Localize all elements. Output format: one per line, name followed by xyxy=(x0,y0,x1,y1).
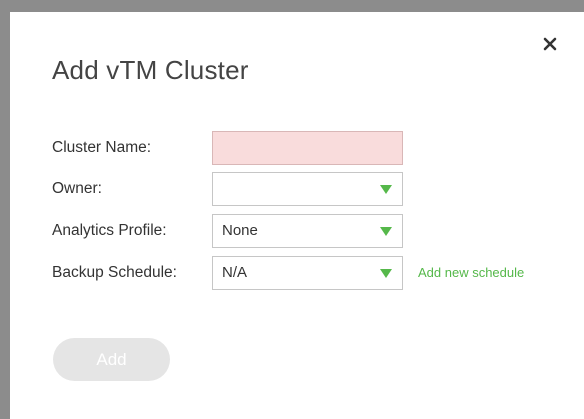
add-button[interactable]: Add xyxy=(53,338,170,381)
analytics-profile-select[interactable]: None xyxy=(212,214,403,248)
chevron-down-icon xyxy=(380,227,392,236)
dialog-title: Add vTM Cluster xyxy=(52,55,249,85)
chevron-down-icon xyxy=(380,185,392,194)
cluster-name-row: Cluster Name: xyxy=(10,131,584,165)
add-vtm-cluster-dialog: Add vTM Cluster Cluster Name: Owner: Ana… xyxy=(10,12,584,419)
owner-select[interactable] xyxy=(212,172,403,206)
cluster-name-input[interactable] xyxy=(212,131,403,165)
analytics-profile-row: Analytics Profile: None xyxy=(10,214,584,248)
add-new-schedule-link[interactable]: Add new schedule xyxy=(418,256,524,290)
analytics-profile-selected-value: None xyxy=(222,222,258,239)
backup-schedule-select[interactable]: N/A xyxy=(212,256,403,290)
owner-label: Owner: xyxy=(52,180,102,197)
backup-schedule-label: Backup Schedule: xyxy=(52,264,177,281)
backup-schedule-selected-value: N/A xyxy=(222,264,248,281)
analytics-profile-label: Analytics Profile: xyxy=(52,222,167,239)
close-icon[interactable] xyxy=(542,36,558,52)
cluster-name-label: Cluster Name: xyxy=(52,139,152,156)
owner-row: Owner: xyxy=(10,172,584,206)
backup-schedule-row: Backup Schedule: N/A Add new schedule xyxy=(10,256,584,290)
chevron-down-icon xyxy=(380,269,392,278)
